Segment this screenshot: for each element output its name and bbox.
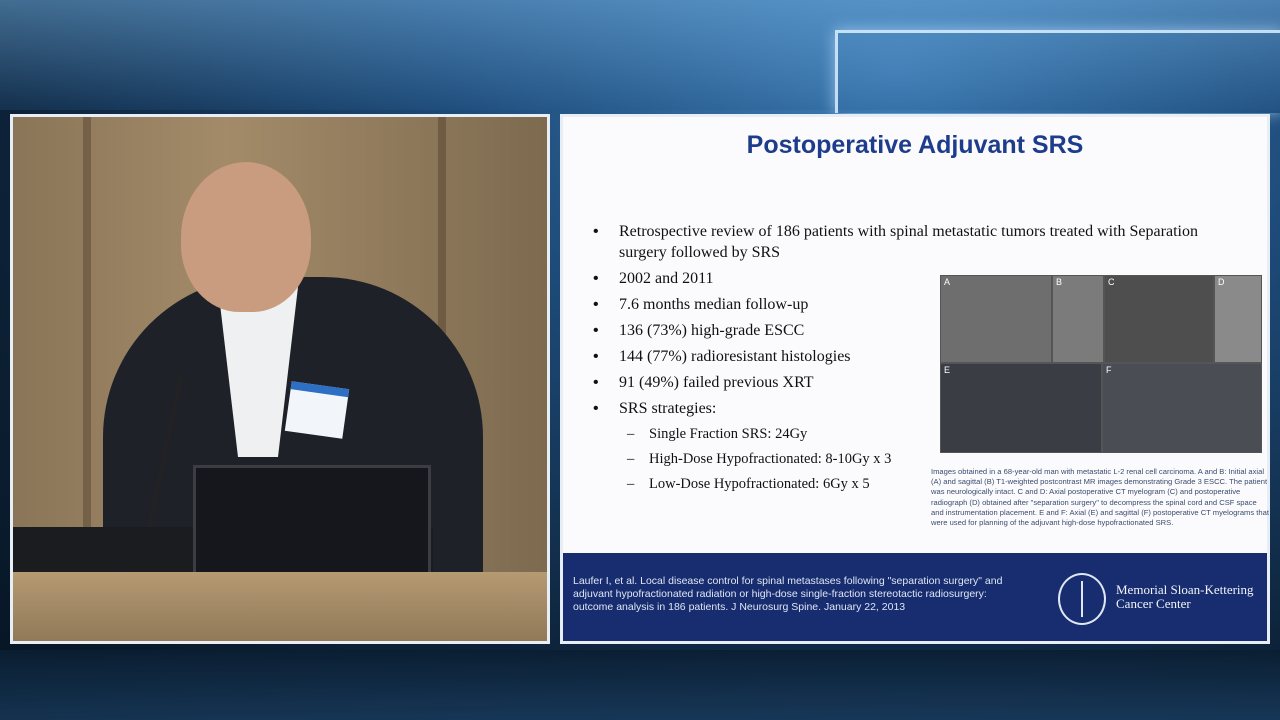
background-glow-frame	[835, 30, 1280, 113]
speaker-head	[181, 162, 311, 312]
mri-image-a: A	[940, 275, 1052, 363]
background-bottom-band	[0, 650, 1280, 720]
image-caption: Images obtained in a 68-year-old man wit…	[931, 467, 1269, 528]
speaker-video-panel	[10, 114, 550, 644]
presentation-slide: Postoperative Adjuvant SRS Retrospective…	[560, 114, 1270, 644]
radiograph-image-d: D	[1214, 275, 1262, 363]
slide-footer: Laufer I, et al. Local disease control f…	[563, 553, 1267, 641]
podium-monitor	[193, 465, 431, 581]
mri-image-b: B	[1052, 275, 1104, 363]
medical-image-grid: A B C D E F	[940, 275, 1264, 453]
ct-image-e: E	[940, 363, 1102, 453]
citation-text: Laufer I, et al. Local disease control f…	[573, 575, 1003, 613]
logo-text: Memorial Sloan-Kettering Cancer Center	[1116, 582, 1254, 611]
ct-image-f: F	[1102, 363, 1262, 453]
podium	[13, 572, 547, 641]
msk-logo-icon	[1058, 573, 1106, 625]
slide-title: Postoperative Adjuvant SRS	[746, 131, 1084, 159]
ct-image-c: C	[1104, 275, 1214, 363]
name-badge	[284, 381, 350, 439]
bullet-item: Retrospective review of 186 patients wit…	[593, 221, 1209, 263]
